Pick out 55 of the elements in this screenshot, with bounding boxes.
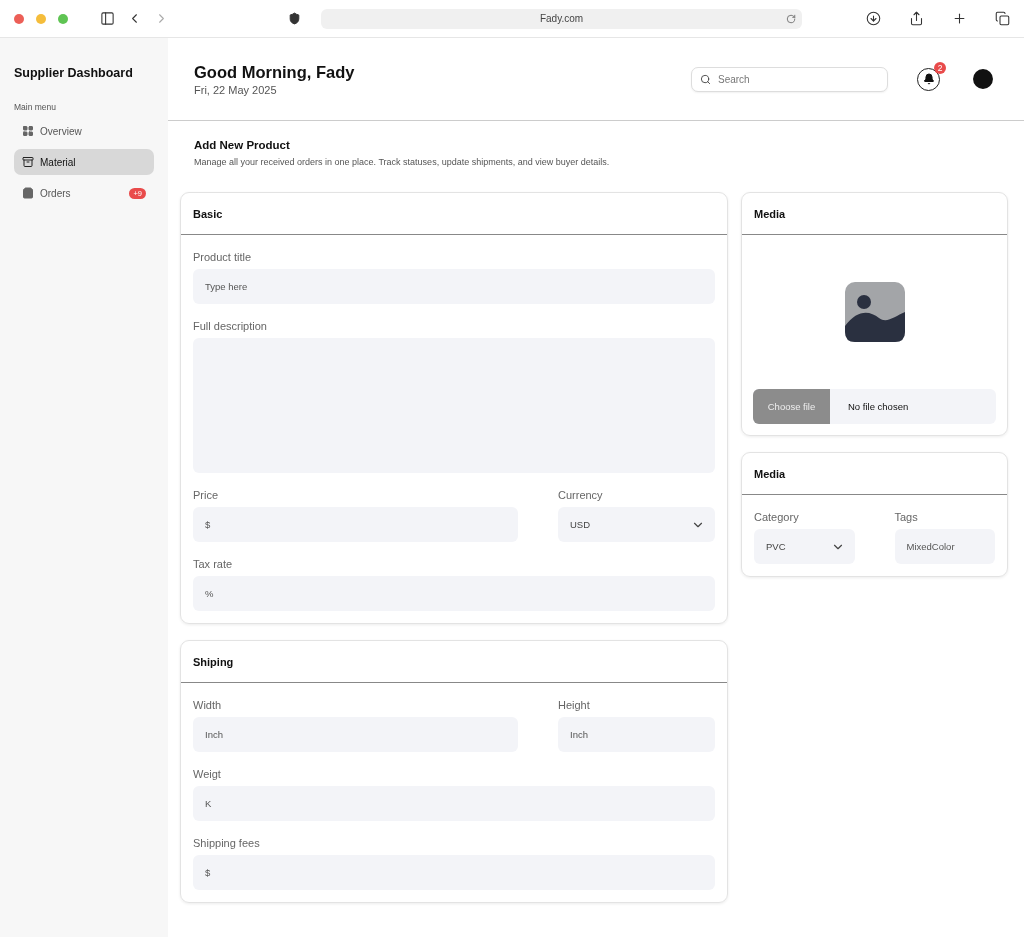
- sidebar-title: Supplier Dashboard: [14, 66, 134, 80]
- date-text: Fri, 22 May 2025: [194, 83, 278, 96]
- bell-icon: [922, 73, 935, 85]
- field-label: Currency: [558, 489, 604, 501]
- card-title: Media: [742, 453, 1007, 495]
- download-icon[interactable]: [866, 11, 881, 26]
- field-label: Tax rate: [193, 558, 234, 570]
- field-label: Tags: [894, 511, 919, 523]
- new-tab-icon[interactable]: [952, 11, 967, 26]
- file-input[interactable]: Choose file No file chosen: [753, 389, 996, 424]
- text-field[interactable]: Inch: [558, 717, 715, 752]
- shield-icon[interactable]: [288, 12, 301, 25]
- sidebar-item[interactable]: Material: [14, 149, 154, 175]
- dropdown[interactable]: USD: [558, 507, 715, 542]
- card-title: Basic: [181, 193, 727, 235]
- card-title: Shiping: [181, 641, 727, 683]
- field-label: Full description: [193, 320, 268, 332]
- close-window-icon[interactable]: [14, 13, 24, 24]
- text-field[interactable]: MixedColor: [894, 529, 995, 564]
- dropdown[interactable]: PVC: [754, 529, 855, 564]
- field-label: Category: [754, 511, 800, 523]
- grid-icon: [22, 125, 34, 137]
- text-field[interactable]: %: [193, 576, 715, 611]
- box-icon: [22, 156, 34, 168]
- search-icon: [700, 73, 711, 85]
- share-icon[interactable]: [909, 11, 924, 26]
- search-field[interactable]: Search: [691, 66, 888, 92]
- item-label: Material: [40, 156, 76, 168]
- item-label: Overview: [40, 125, 82, 137]
- field-label: Weigt: [193, 768, 222, 780]
- text-field[interactable]: $: [193, 507, 518, 542]
- sidebar-icon[interactable]: [100, 11, 115, 26]
- text-field[interactable]: Type here: [193, 269, 715, 304]
- field-label: Width: [193, 699, 223, 711]
- field-label: Height: [558, 699, 591, 711]
- user-avatar-icon[interactable]: [970, 66, 996, 92]
- field-label: Price: [193, 489, 220, 501]
- text-field[interactable]: Inch: [193, 717, 518, 752]
- reload-icon[interactable]: [786, 13, 796, 24]
- field-label: Shipping fees: [193, 837, 261, 849]
- item-label: Orders: [40, 187, 71, 199]
- tabs-icon[interactable]: [995, 11, 1010, 26]
- greeting: Good Morning, Fady: [194, 62, 355, 82]
- field-label: Product title: [193, 251, 253, 263]
- page-subtitle: Manage all your received orders in one place. Track statuses, update shipments, and view buyer details.: [193, 157, 611, 167]
- section-label: Main menu: [14, 102, 58, 112]
- sidebar-item[interactable]: Overview: [14, 118, 154, 144]
- text-field[interactable]: K: [193, 786, 715, 821]
- card-title: Media: [742, 193, 1007, 235]
- notification-badge: 2: [934, 61, 946, 74]
- image-placeholder-icon: [844, 282, 905, 342]
- text-field[interactable]: $: [193, 855, 715, 890]
- page-title: Add New Product: [193, 139, 291, 151]
- file-status: No file chosen: [848, 401, 909, 412]
- address-bar[interactable]: Fady.com: [321, 8, 802, 29]
